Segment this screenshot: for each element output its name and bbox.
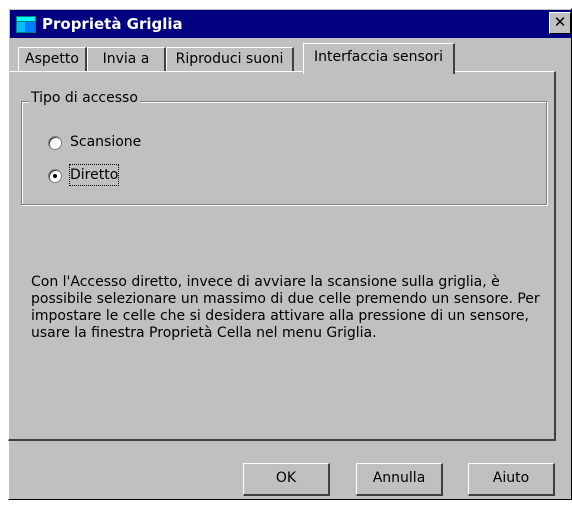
- help-label: Aiuto: [492, 470, 530, 486]
- ok-button[interactable]: OK: [243, 463, 330, 496]
- cancel-button[interactable]: Annulla: [356, 463, 443, 496]
- tab-invia-a[interactable]: Invia a: [87, 47, 166, 71]
- radio-empty-icon: [48, 136, 62, 150]
- title-bar: Proprietà Griglia ✕: [10, 10, 571, 38]
- grid-app-icon: [16, 16, 36, 33]
- radio-label: Diretto: [68, 164, 120, 186]
- tab-label: Invia a: [102, 51, 150, 67]
- tab-interfaccia-sensori[interactable]: Interfaccia sensori: [303, 43, 455, 74]
- access-type-group: [21, 101, 547, 205]
- ok-label: OK: [275, 470, 297, 486]
- tab-label: Aspetto: [25, 51, 79, 67]
- description-text: Con l'Accesso diretto, invece di avviare…: [31, 274, 540, 341]
- tab-label: Interfaccia sensori: [314, 49, 443, 65]
- tab-label: Riproduci suoni: [175, 51, 284, 67]
- help-button[interactable]: Aiuto: [468, 463, 555, 496]
- window-title: Proprietà Griglia: [42, 15, 183, 33]
- tab-aspetto[interactable]: Aspetto: [18, 47, 87, 71]
- tab-riproduci-suoni[interactable]: Riproduci suoni: [166, 47, 294, 71]
- close-icon: ✕: [553, 13, 567, 31]
- radio-selected-icon: [48, 169, 62, 183]
- radio-label: Scansione: [70, 134, 142, 150]
- access-type-legend: Tipo di accesso: [29, 89, 140, 107]
- cancel-label: Annulla: [372, 470, 426, 486]
- close-button[interactable]: ✕: [549, 12, 571, 34]
